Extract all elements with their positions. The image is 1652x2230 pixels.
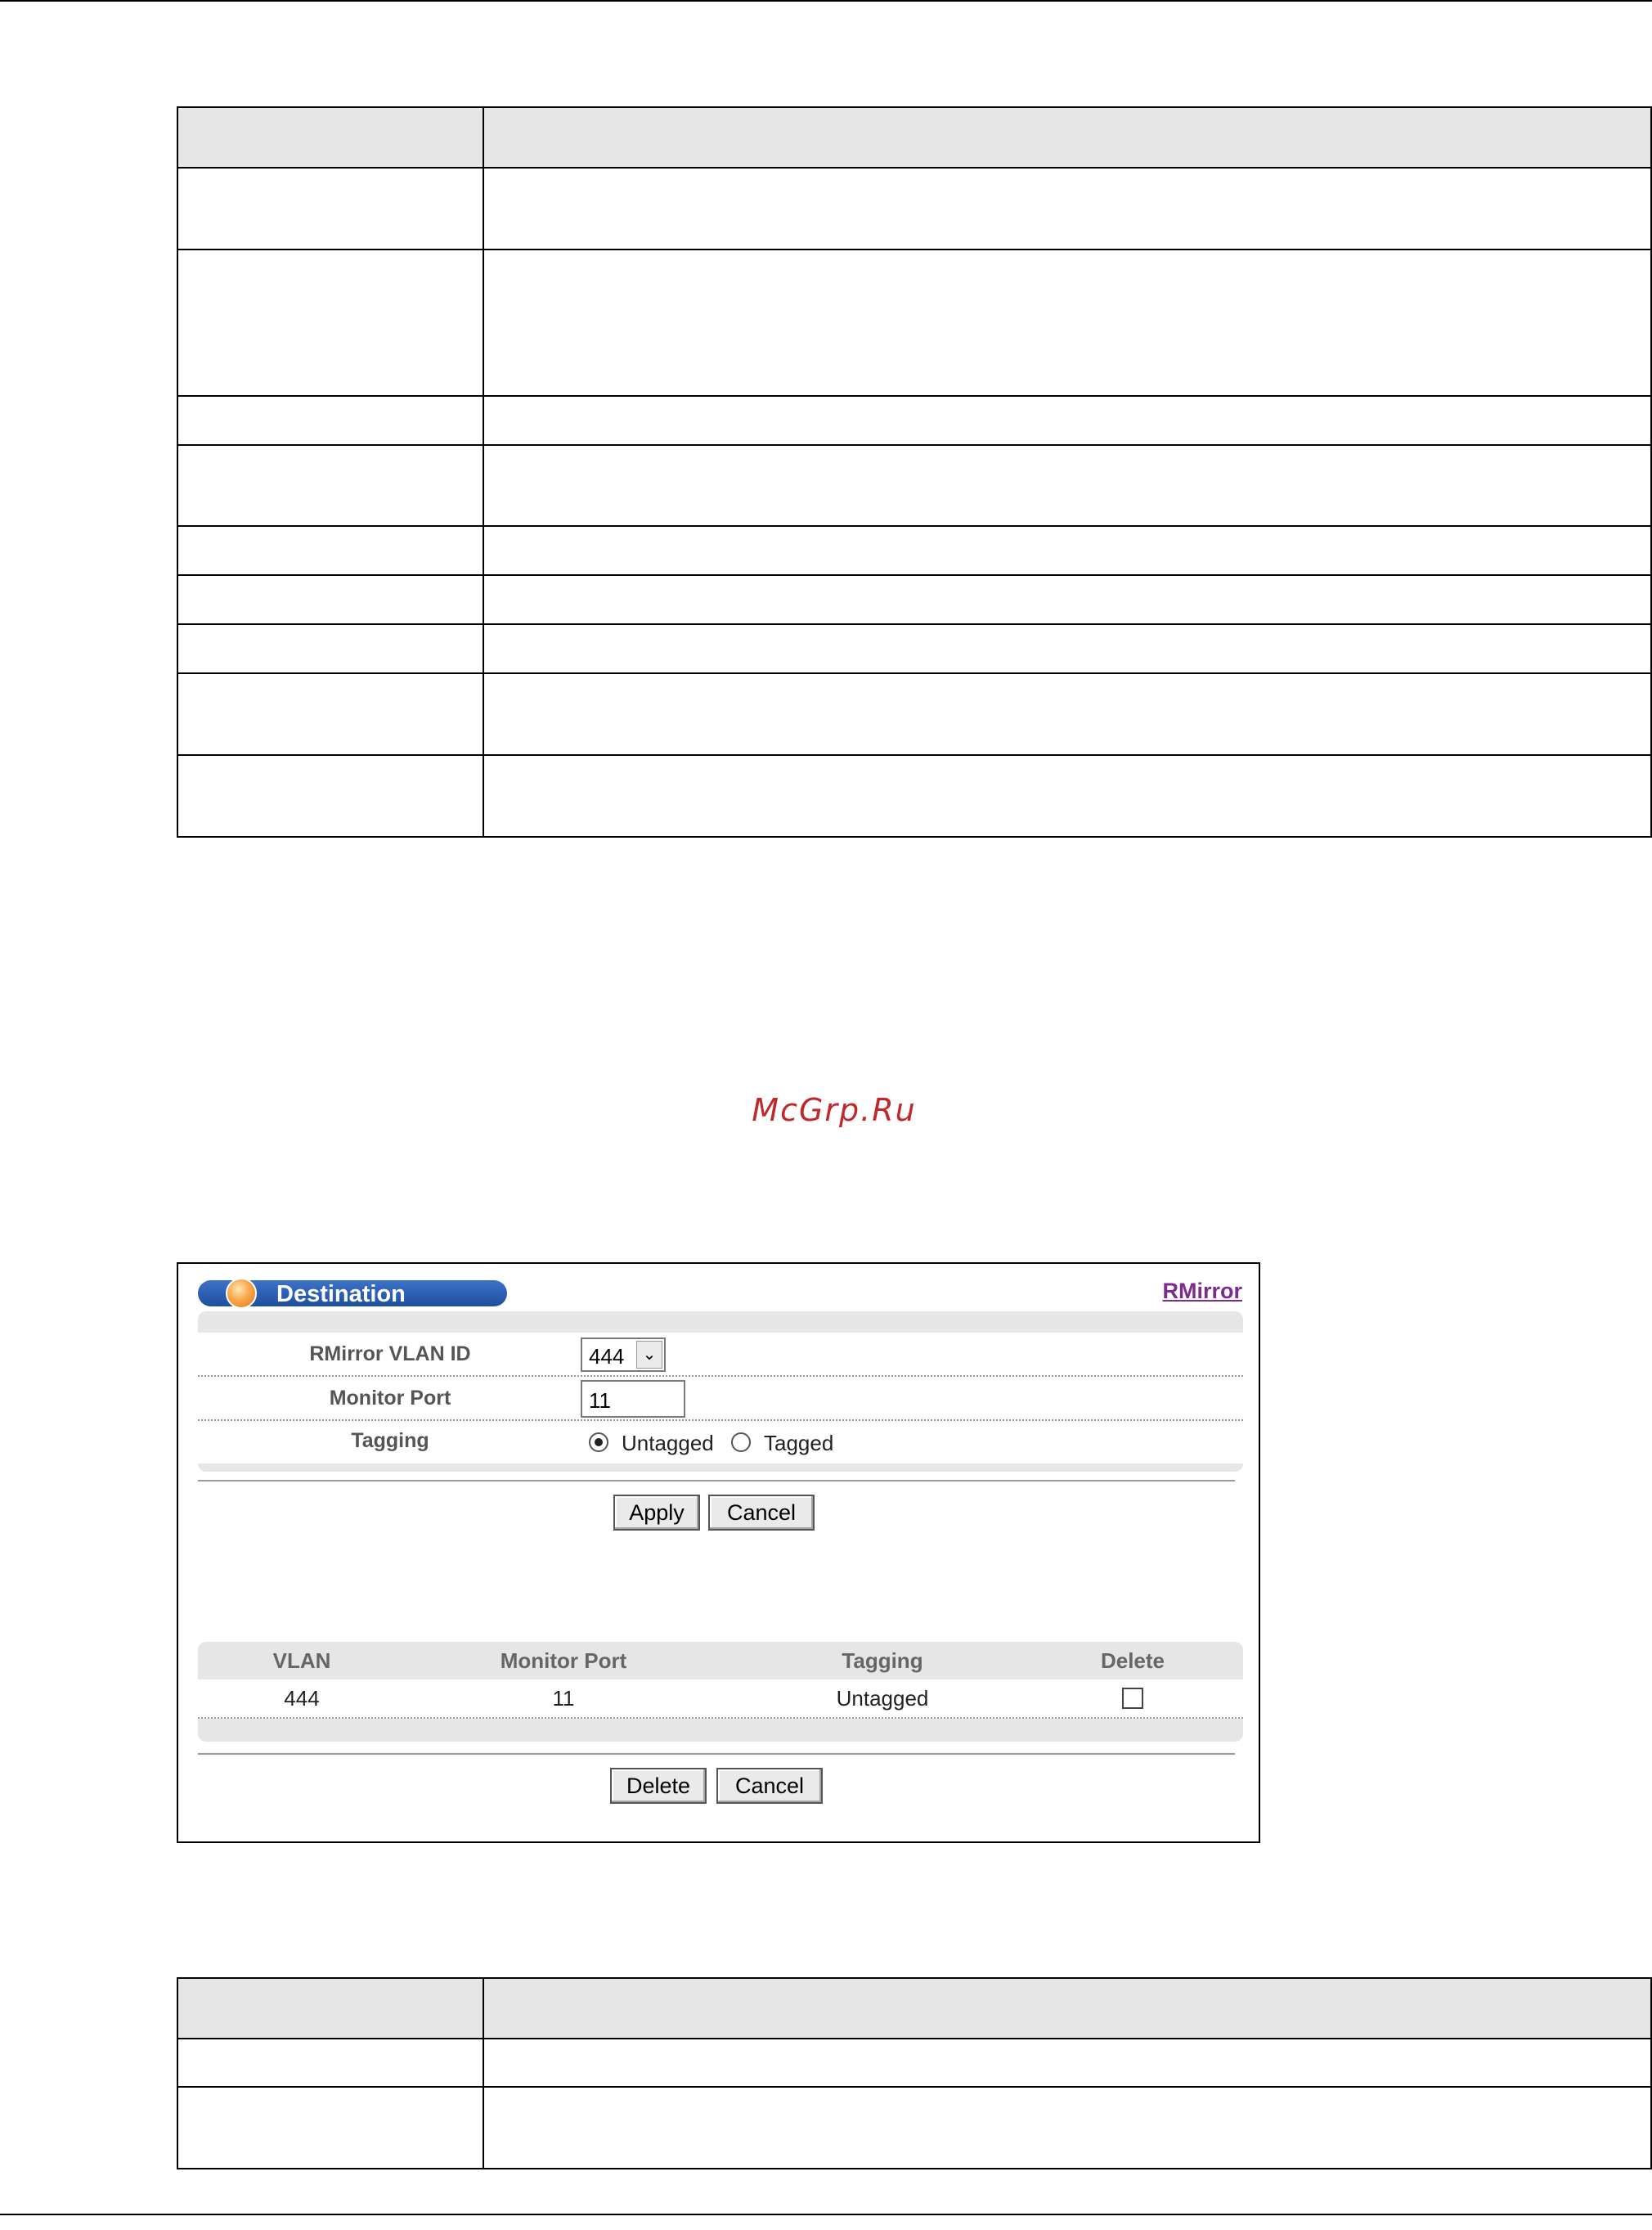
cell-tagging: Untagged xyxy=(836,1686,929,1711)
table-cell xyxy=(483,623,1652,674)
table-cell xyxy=(177,672,484,756)
table-cell xyxy=(483,525,1652,576)
top-rule xyxy=(0,0,1652,2)
destination-banner: Destination xyxy=(198,1278,507,1309)
description-table-top xyxy=(177,106,1652,838)
monitor-port-value: 11 xyxy=(589,1388,611,1413)
apply-button[interactable]: Apply xyxy=(613,1495,700,1531)
tagged-radio[interactable] xyxy=(731,1432,751,1452)
table-cell xyxy=(483,167,1652,250)
chevron-down-icon[interactable]: ⌄ xyxy=(636,1341,662,1369)
description-table-bottom xyxy=(177,1977,1652,2169)
column-header-monitor-port: Monitor Port xyxy=(500,1648,627,1673)
table-header-cell xyxy=(483,106,1652,169)
settings-panel: RMirror VLAN ID 444 ⌄ Monitor Port 11 Ta… xyxy=(198,1311,1243,1472)
untagged-radio-label: Untagged xyxy=(622,1431,714,1455)
cell-monitor-port: 11 xyxy=(552,1686,575,1711)
table-cell xyxy=(483,444,1652,527)
vlan-id-value: 444 xyxy=(589,1344,625,1369)
delete-button[interactable]: Delete xyxy=(610,1768,707,1804)
tagged-radio-label: Tagged xyxy=(764,1431,834,1455)
table-cell xyxy=(177,167,484,250)
table-cell xyxy=(483,395,1652,446)
column-header-tagging: Tagging xyxy=(842,1648,923,1673)
table-cell xyxy=(483,2086,1652,2169)
tagging-label: Tagging xyxy=(351,1429,429,1452)
table-cell xyxy=(483,672,1652,756)
table-cell xyxy=(177,754,484,838)
monitor-port-label: Monitor Port xyxy=(329,1387,451,1409)
orb-icon xyxy=(226,1278,257,1309)
column-header-vlan: VLAN xyxy=(272,1648,331,1673)
vlan-id-label: RMirror VLAN ID xyxy=(309,1342,471,1365)
table-cell xyxy=(177,525,484,576)
settings-panel-body: RMirror VLAN ID 444 ⌄ Monitor Port 11 Ta… xyxy=(198,1333,1243,1463)
column-header-delete: Delete xyxy=(1100,1648,1165,1673)
vlan-id-select[interactable]: 444 ⌄ xyxy=(581,1338,666,1372)
table-cell xyxy=(177,2086,484,2169)
untagged-radio[interactable] xyxy=(589,1432,608,1452)
divider xyxy=(198,1480,1235,1481)
table-row: 444 11 Untagged xyxy=(198,1679,1243,1719)
table-cell xyxy=(483,249,1652,397)
rmirror-link[interactable]: RMirror xyxy=(1162,1279,1242,1304)
watermark-text: McGrp.Ru xyxy=(752,1092,917,1128)
table-cell xyxy=(177,2038,484,2088)
divider xyxy=(198,1753,1235,1755)
table-cell xyxy=(177,444,484,527)
destination-table: VLAN Monitor Port Tagging Delete 444 11 … xyxy=(198,1642,1243,1742)
table-header-cell xyxy=(483,1977,1652,2039)
vlan-id-row: RMirror VLAN ID 444 ⌄ xyxy=(198,1333,1243,1377)
destination-screen: Destination RMirror RMirror VLAN ID 444 … xyxy=(177,1262,1260,1843)
table-cell xyxy=(177,395,484,446)
cancel-button[interactable]: Cancel xyxy=(708,1495,815,1531)
cell-vlan: 444 xyxy=(284,1686,320,1711)
tagging-row: Tagging Untagged Tagged xyxy=(198,1421,1243,1463)
table-cell xyxy=(177,623,484,674)
destination-title: Destination xyxy=(276,1281,406,1307)
bottom-rule xyxy=(0,2214,1652,2215)
delete-checkbox[interactable] xyxy=(1122,1688,1143,1709)
table-cell xyxy=(177,249,484,397)
table-header-row: VLAN Monitor Port Tagging Delete xyxy=(198,1642,1243,1679)
table-cell xyxy=(483,2038,1652,2088)
table-cell xyxy=(483,754,1652,838)
monitor-port-input[interactable]: 11 xyxy=(581,1380,685,1418)
table-header-cell xyxy=(177,1977,484,2039)
table-cell xyxy=(177,574,484,625)
table-cell xyxy=(483,574,1652,625)
table-header-cell xyxy=(177,106,484,169)
monitor-port-row: Monitor Port 11 xyxy=(198,1377,1243,1421)
table-cancel-button[interactable]: Cancel xyxy=(716,1768,823,1804)
